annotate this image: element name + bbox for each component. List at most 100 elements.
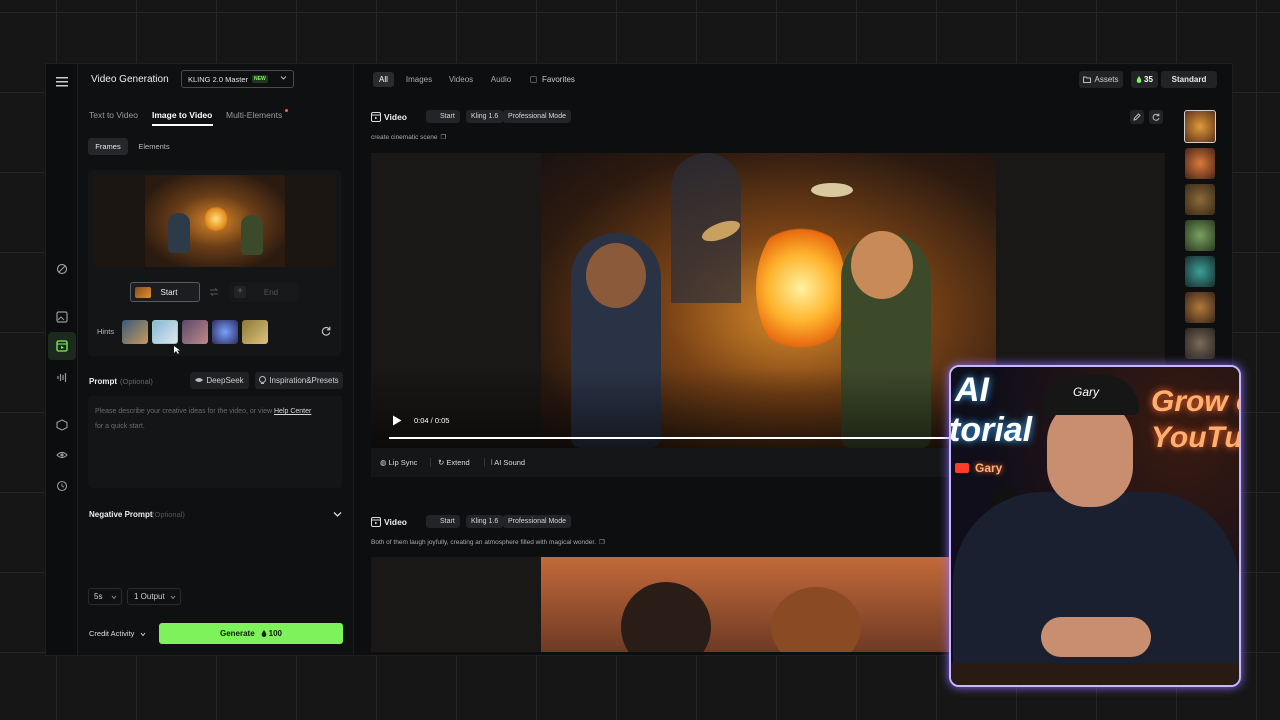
chevron-down-icon[interactable] xyxy=(333,511,342,518)
subtab-elements[interactable]: Elements xyxy=(133,138,175,155)
extend-button[interactable]: ↻ Extend xyxy=(438,458,470,467)
chevron-down-icon xyxy=(280,75,287,81)
tab-multi-elements[interactable]: Multi-Elements xyxy=(226,110,282,120)
credits-badge[interactable]: 35 xyxy=(1131,71,1158,88)
hint-thumb[interactable] xyxy=(212,320,238,344)
hint-thumb[interactable] xyxy=(152,320,178,344)
girl-figure xyxy=(168,213,190,253)
assets-label: Assets xyxy=(1094,75,1119,84)
eye-icon[interactable] xyxy=(52,445,72,465)
tab-text-to-video[interactable]: Text to Video xyxy=(89,110,138,120)
model-select[interactable]: KLING 2.0 Master NEW xyxy=(181,70,294,88)
flame-icon xyxy=(261,629,267,638)
refresh-icon[interactable] xyxy=(321,326,331,336)
duration-value: 5s xyxy=(94,592,103,601)
chip-text: Start xyxy=(440,518,455,525)
credit-activity-button[interactable]: Credit Activity xyxy=(89,629,146,638)
tab-image-to-video[interactable]: Image to Video xyxy=(152,110,212,120)
filter-images[interactable]: Images xyxy=(402,72,436,87)
generate-button[interactable]: Generate 100 xyxy=(159,623,343,644)
end-frame-button[interactable]: + End xyxy=(230,282,298,302)
video-label: Video xyxy=(384,517,407,527)
shirt xyxy=(953,492,1239,685)
inspiration-presets-button[interactable]: Inspiration&Presets xyxy=(255,372,343,389)
chip-text: Professional Mode xyxy=(508,518,566,525)
clasped-hands xyxy=(1041,617,1151,657)
end-label: End xyxy=(263,287,279,297)
explore-icon[interactable] xyxy=(52,259,72,279)
ai-sound-button[interactable]: ⦚ AI Sound xyxy=(491,458,525,468)
duration-select[interactable]: 5s xyxy=(88,588,122,605)
negative-prompt-optional: (Optional) xyxy=(152,510,185,519)
filter-all[interactable]: All xyxy=(373,72,394,87)
generate-cost: 100 xyxy=(268,629,283,638)
copy-icon[interactable]: ❐ xyxy=(599,539,605,546)
play-icon[interactable] xyxy=(392,415,402,426)
swap-icon[interactable] xyxy=(209,288,219,296)
prompt-textarea[interactable]: Please describe your creative ideas for … xyxy=(88,396,342,488)
boy-figure xyxy=(241,215,263,255)
filter-audio[interactable]: Audio xyxy=(485,72,517,87)
cube-icon[interactable] xyxy=(52,415,72,435)
neon-sign-tutorial: torial xyxy=(949,411,1033,449)
hint-thumb[interactable] xyxy=(182,320,208,344)
history-thumb[interactable] xyxy=(1185,220,1215,251)
icon-rail xyxy=(46,64,78,655)
chip-mode: Professional Mode xyxy=(503,515,571,528)
floating-plate xyxy=(811,183,853,197)
audio-icon[interactable] xyxy=(52,367,72,387)
favorites-label: Favorites xyxy=(542,75,575,84)
assets-button[interactable]: Assets xyxy=(1079,71,1123,88)
deepseek-button[interactable]: DeepSeek xyxy=(190,372,249,389)
history-thumb[interactable] xyxy=(1185,184,1215,215)
deepseek-icon xyxy=(195,377,204,384)
folder-icon xyxy=(1083,76,1092,83)
start-frame-preview[interactable] xyxy=(93,175,336,267)
video-icon xyxy=(371,112,381,122)
neon-sign-ai: AI xyxy=(955,371,989,409)
frames-box: Start + End Hints xyxy=(88,170,341,356)
credit-activity-label: Credit Activity xyxy=(89,629,135,638)
youtube-logo xyxy=(955,463,969,473)
lip-sync-icon: ◍ xyxy=(380,458,389,467)
new-badge: NEW xyxy=(252,75,268,83)
history-icon[interactable] xyxy=(52,476,72,496)
hint-thumb[interactable] xyxy=(122,320,148,344)
presets-label: Inspiration&Presets xyxy=(269,376,339,385)
lip-sync-button[interactable]: ◍ Lip Sync xyxy=(380,458,417,467)
neon-sign-grow: Grow o xyxy=(1151,385,1239,418)
video-prompt: Both of them laugh joyfully, creating an… xyxy=(371,539,596,546)
output-count-select[interactable]: 1 Output xyxy=(127,588,181,605)
favorites-checkbox[interactable] xyxy=(530,76,537,83)
menu-icon[interactable] xyxy=(52,72,72,92)
help-center-link[interactable]: Help Center xyxy=(274,408,311,415)
video-prompt-text: Both of them laugh joyfully, creating an… xyxy=(371,538,605,546)
plan-button[interactable]: Standard xyxy=(1161,71,1217,88)
chip-model: Kling 1.6 xyxy=(466,515,504,528)
subtab-frames[interactable]: Frames xyxy=(88,138,128,155)
page-title: Video Generation xyxy=(91,74,169,85)
history-thumb-active[interactable] xyxy=(1184,110,1216,143)
history-thumb[interactable] xyxy=(1185,148,1215,179)
regenerate-icon[interactable] xyxy=(1149,110,1163,124)
generate-label: Generate xyxy=(219,629,255,638)
start-frame-button[interactable]: Start xyxy=(130,282,200,302)
divider xyxy=(430,458,431,467)
hint-thumb[interactable] xyxy=(242,320,268,344)
edit-icon[interactable] xyxy=(1130,110,1144,124)
desk xyxy=(951,663,1239,685)
image-icon[interactable] xyxy=(52,307,72,327)
filter-videos[interactable]: Videos xyxy=(444,72,478,87)
flame-icon xyxy=(1136,75,1142,84)
video-icon[interactable] xyxy=(48,332,76,360)
history-thumb[interactable] xyxy=(1185,256,1215,287)
history-thumb[interactable] xyxy=(1185,292,1215,323)
cap-logo: Gary xyxy=(1073,385,1100,399)
fire-sprite xyxy=(756,218,846,358)
history-thumb[interactable] xyxy=(1185,328,1215,359)
video-label: Video xyxy=(384,112,407,122)
chip-model: Kling 1.6 xyxy=(466,110,504,123)
prompt-optional: (Optional) xyxy=(120,377,153,386)
copy-icon[interactable]: ❐ xyxy=(440,134,446,141)
boy-face xyxy=(851,231,913,299)
